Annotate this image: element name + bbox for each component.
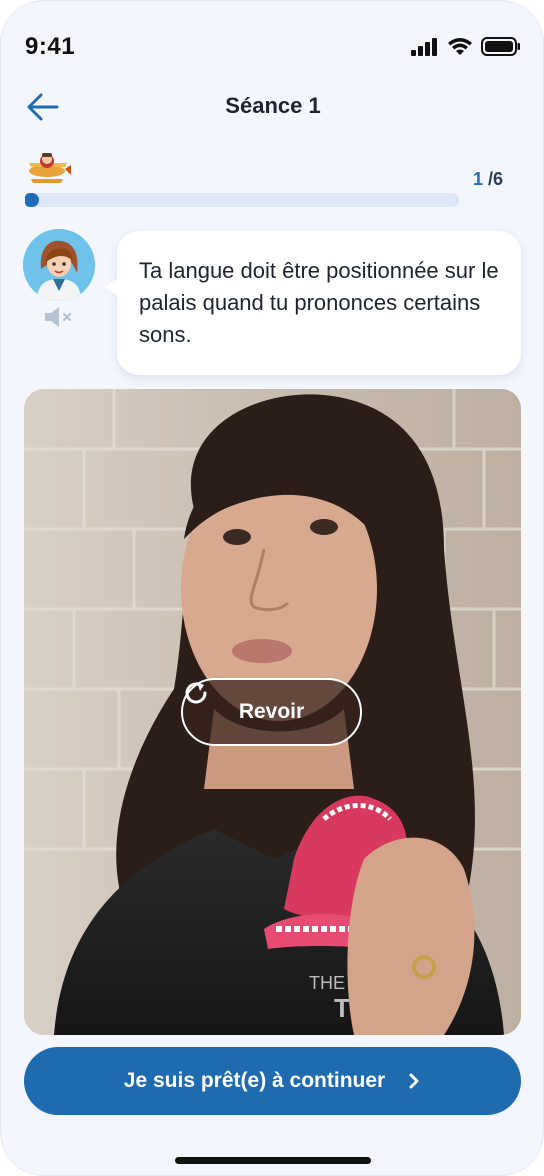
progress-count: 1 /6 — [473, 169, 503, 190]
page-title: Séance 1 — [225, 93, 321, 118]
message-bubble: Ta langue doit être positionnée sur le p… — [105, 231, 521, 375]
progress-current: 1 — [472, 169, 483, 189]
continue-label: Je suis prêt(e) à continuer — [123, 1069, 386, 1092]
coach-avatar-image — [23, 229, 95, 301]
progress-total: 6 — [492, 169, 503, 189]
progress-indicator — [25, 193, 39, 207]
status-bar: 9:41 — [1, 1, 543, 93]
status-icons — [411, 37, 521, 56]
progress-section: 1 /6 — [23, 149, 523, 211]
continue-button[interactable]: Je suis prêt(e) à continuer — [24, 1047, 521, 1115]
speaker-muted-icon — [45, 307, 72, 327]
battery-icon — [481, 37, 520, 56]
replay-icon — [185, 682, 207, 704]
wifi-icon — [448, 38, 472, 55]
svg-text:THE: THE — [309, 973, 345, 993]
signal-icon — [411, 37, 437, 56]
replay-label: Revoir — [238, 700, 305, 723]
replay-button[interactable]: Revoir — [181, 678, 362, 746]
airplane-mascot-icon — [29, 153, 71, 183]
progress-bar — [25, 193, 459, 207]
app-screen: 9:41 Séance 1 1 /6 Ta langue doit être p… — [0, 0, 544, 1176]
mute-button[interactable] — [43, 305, 75, 329]
chevron-right-icon — [409, 1073, 419, 1089]
coach-avatar[interactable] — [23, 229, 95, 301]
home-indicator[interactable] — [175, 1157, 371, 1164]
video-player[interactable]: THE TO Revoir — [24, 389, 521, 1035]
status-time: 9:41 — [25, 33, 76, 60]
message-text: Ta langue doit être positionnée sur le p… — [139, 258, 499, 347]
bubble-tail — [105, 277, 119, 297]
header: Séance 1 — [1, 81, 543, 131]
